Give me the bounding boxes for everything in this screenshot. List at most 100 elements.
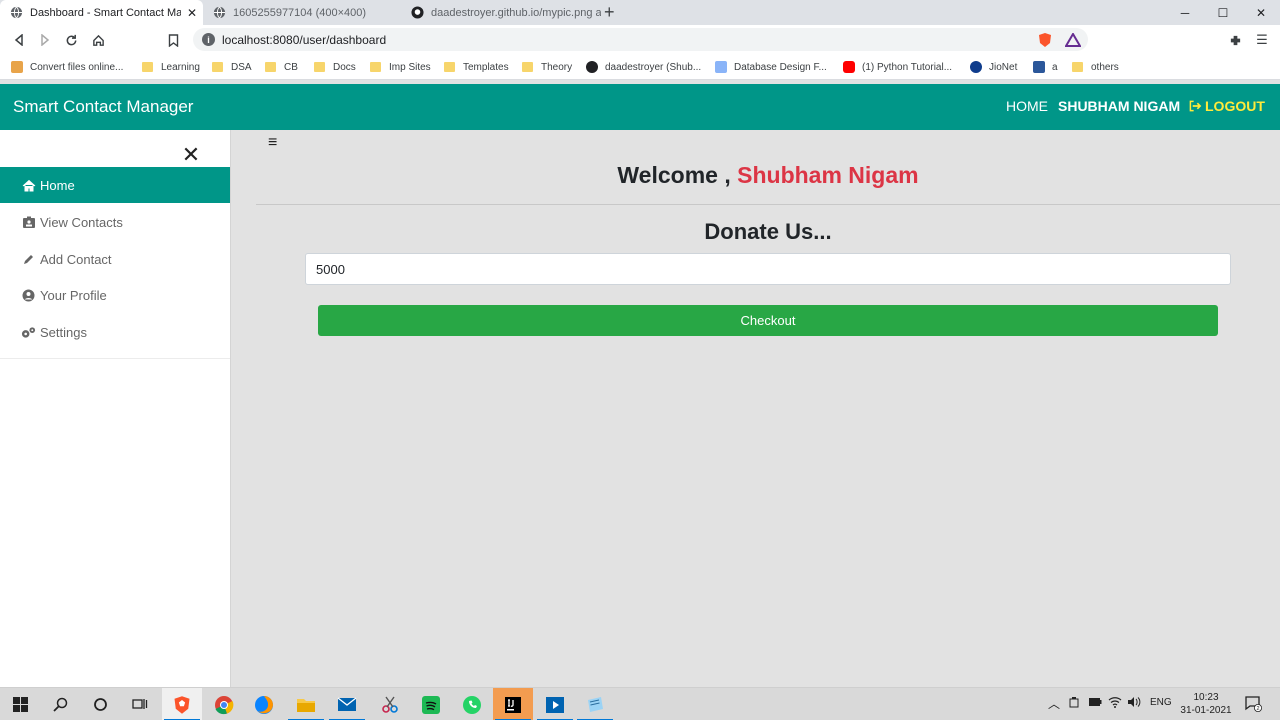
hamburger-menu-icon[interactable]: ≡ bbox=[268, 134, 277, 152]
show-hidden-icons-icon[interactable]: ︿ bbox=[1048, 695, 1060, 712]
notification-count: 2 bbox=[1256, 706, 1259, 712]
brave-shield-icon[interactable] bbox=[1035, 30, 1055, 50]
taskbar-spotify-icon[interactable] bbox=[411, 688, 451, 720]
globe-icon bbox=[10, 6, 23, 19]
brave-rewards-icon[interactable] bbox=[1063, 30, 1083, 50]
home-button-icon[interactable] bbox=[88, 30, 108, 50]
new-tab-icon[interactable]: + bbox=[604, 2, 615, 23]
maximize-icon[interactable]: ☐ bbox=[1204, 0, 1242, 25]
bookmark-icon[interactable] bbox=[163, 30, 183, 50]
sign-out-icon bbox=[1189, 100, 1202, 112]
info-icon[interactable]: i bbox=[202, 33, 215, 46]
taskbar-brave-icon[interactable] bbox=[162, 688, 202, 720]
gears-icon bbox=[21, 325, 36, 339]
bookmark-folder[interactable]: Docs bbox=[314, 59, 356, 75]
logout-link[interactable]: LOGOUT bbox=[1189, 98, 1265, 114]
folder-icon bbox=[314, 62, 325, 72]
bookmark-folder[interactable]: DSA bbox=[212, 59, 252, 75]
folder-icon bbox=[444, 62, 455, 72]
battery-icon[interactable] bbox=[1088, 697, 1102, 710]
task-view-icon[interactable] bbox=[129, 693, 151, 715]
home-icon bbox=[21, 178, 36, 192]
pencil-icon bbox=[21, 252, 36, 266]
bookmark-item[interactable]: daadestroyer (Shub... bbox=[586, 59, 701, 75]
folder-icon bbox=[142, 62, 153, 72]
bookmark-folder[interactable]: Learning bbox=[142, 59, 200, 75]
search-icon[interactable] bbox=[49, 693, 71, 715]
taskbar-media-player-icon[interactable] bbox=[535, 688, 575, 720]
bookmark-item[interactable]: Convert files online... bbox=[11, 59, 123, 75]
tab-dashboard[interactable]: Dashboard - Smart Contact Mana ✕ bbox=[0, 0, 203, 25]
word-icon bbox=[1033, 61, 1045, 73]
wifi-icon[interactable] bbox=[1108, 696, 1122, 711]
windows-start-icon[interactable] bbox=[9, 693, 31, 715]
bookmark-folder[interactable]: Theory bbox=[522, 59, 572, 75]
close-sidebar-icon[interactable]: ✕ bbox=[180, 144, 202, 166]
sidebar-item-view-contacts[interactable]: View Contacts bbox=[0, 204, 230, 240]
id-card-icon bbox=[21, 215, 36, 229]
taskbar-mail-icon[interactable] bbox=[327, 688, 367, 720]
tab-image[interactable]: 1605255977104 (400×400) bbox=[203, 0, 401, 25]
sidebar-item-label: Home bbox=[40, 177, 75, 193]
close-window-icon[interactable]: ✕ bbox=[1242, 0, 1280, 25]
taskbar-firefox-icon[interactable] bbox=[244, 688, 284, 720]
bookmark-item[interactable]: Database Design F... bbox=[715, 59, 827, 75]
system-clock[interactable]: 10:23 31-01-2021 bbox=[1178, 691, 1234, 717]
taskbar-notepad-icon[interactable] bbox=[575, 688, 615, 720]
sidebar-item-label: View Contacts bbox=[40, 214, 123, 230]
bookmark-item[interactable]: a bbox=[1033, 59, 1058, 75]
volume-icon[interactable] bbox=[1127, 696, 1141, 711]
sidebar-item-your-profile[interactable]: Your Profile bbox=[0, 277, 230, 313]
tab-title: Dashboard - Smart Contact Mana bbox=[30, 6, 181, 19]
taskbar-intellij-icon[interactable] bbox=[493, 688, 533, 720]
bookmark-folder[interactable]: Imp Sites bbox=[370, 59, 431, 75]
taskbar-snip-icon[interactable] bbox=[370, 688, 410, 720]
windows-taskbar: ︿ ENG 10:23 31-01-2021 2 bbox=[0, 687, 1280, 720]
bookmarks-bar: Convert files online... Learning DSA CB … bbox=[0, 54, 1280, 80]
bookmark-folder[interactable]: Templates bbox=[444, 59, 509, 75]
network-adapter-icon[interactable] bbox=[1068, 696, 1080, 712]
url-text: localhost:8080/user/dashboard bbox=[222, 32, 387, 47]
language-indicator[interactable]: ENG bbox=[1150, 697, 1172, 708]
clock-date: 31-01-2021 bbox=[1180, 705, 1232, 716]
notification-center-icon[interactable]: 2 bbox=[1245, 695, 1262, 715]
taskbar-chrome-icon[interactable] bbox=[204, 688, 244, 720]
bookmark-folder[interactable]: CB bbox=[265, 59, 298, 75]
minimize-icon[interactable]: ─ bbox=[1166, 0, 1204, 25]
sidebar-item-label: Add Contact bbox=[40, 251, 112, 267]
extensions-icon[interactable] bbox=[1225, 30, 1245, 50]
sidebar-item-home[interactable]: Home bbox=[0, 167, 230, 203]
folder-icon bbox=[370, 62, 381, 72]
back-icon[interactable] bbox=[9, 30, 29, 50]
app-navbar: Smart Contact Manager HOME SHUBHAM NIGAM… bbox=[0, 84, 1280, 130]
donation-amount-input[interactable] bbox=[305, 253, 1231, 285]
database-icon bbox=[715, 61, 727, 73]
nav-home-link[interactable]: HOME bbox=[1006, 98, 1048, 114]
taskbar-whatsapp-icon[interactable] bbox=[452, 688, 492, 720]
bookmark-item[interactable]: (1) Python Tutorial... bbox=[843, 59, 952, 75]
cortana-icon[interactable] bbox=[89, 693, 111, 715]
browser-menu-icon[interactable]: ☰ bbox=[1252, 30, 1272, 50]
youtube-icon bbox=[843, 61, 855, 73]
sidebar-item-settings[interactable]: Settings bbox=[0, 314, 230, 350]
tab-github[interactable]: daadestroyer.github.io/mypic.png at m bbox=[401, 0, 601, 25]
sidebar-item-add-contact[interactable]: Add Contact bbox=[0, 241, 230, 277]
forward-icon[interactable] bbox=[35, 30, 55, 50]
folder-icon bbox=[522, 62, 533, 72]
bookmark-folder[interactable]: others bbox=[1072, 59, 1119, 75]
github-icon bbox=[411, 6, 424, 19]
taskbar-file-explorer-icon[interactable] bbox=[286, 688, 326, 720]
sidebar-item-label: Settings bbox=[40, 324, 87, 340]
clock-time: 10:23 bbox=[1193, 692, 1219, 703]
browser-toolbar: i localhost:8080/user/dashboard ☰ bbox=[0, 25, 1280, 54]
bookmark-item[interactable]: JioNet bbox=[970, 59, 1017, 75]
folder-icon bbox=[212, 62, 223, 72]
reload-icon[interactable] bbox=[61, 30, 81, 50]
nav-user-link[interactable]: SHUBHAM NIGAM bbox=[1058, 98, 1180, 114]
welcome-prefix: Welcome , bbox=[617, 162, 731, 188]
brand-title[interactable]: Smart Contact Manager bbox=[13, 97, 193, 117]
close-tab-icon[interactable]: ✕ bbox=[185, 6, 199, 20]
checkout-button[interactable]: Checkout bbox=[318, 305, 1218, 336]
address-bar[interactable]: i localhost:8080/user/dashboard bbox=[193, 28, 1088, 51]
globe-icon bbox=[213, 6, 226, 19]
